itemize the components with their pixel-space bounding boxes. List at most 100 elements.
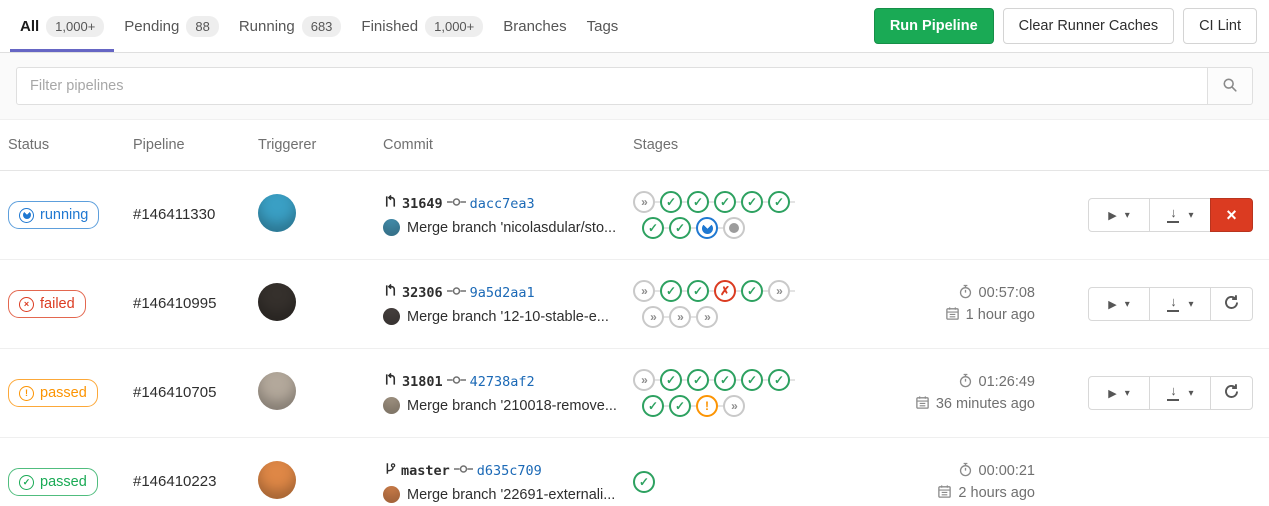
- branch-icon: [383, 461, 397, 481]
- toolbar-buttons: Run Pipeline Clear Runner Caches CI Lint: [874, 0, 1257, 52]
- commit-author-avatar[interactable]: [383, 397, 400, 414]
- stage-created-icon[interactable]: [723, 217, 745, 239]
- commit-author-avatar[interactable]: [383, 219, 400, 236]
- stage-running-icon[interactable]: [696, 217, 718, 239]
- tab-tags[interactable]: Tags: [577, 0, 629, 52]
- stage-passed-icon[interactable]: ✓: [642, 217, 664, 239]
- filter-pipelines-input[interactable]: [16, 67, 1208, 105]
- stage-skipped-icon[interactable]: »: [642, 306, 664, 328]
- manual-jobs-dropdown[interactable]: ▶ ▾: [1088, 287, 1150, 321]
- pipeline-actions: ▶ ▾ ↓ ▾: [1088, 376, 1253, 410]
- status-failed-icon: ×: [19, 297, 34, 312]
- stage-skipped-icon[interactable]: »: [768, 280, 790, 302]
- stage-passed-icon[interactable]: ✓: [633, 471, 655, 493]
- run-pipeline-button[interactable]: Run Pipeline: [874, 8, 994, 44]
- cancel-icon: ×: [1226, 206, 1237, 224]
- stage-skipped-icon[interactable]: »: [633, 191, 655, 213]
- pipeline-row: × failed #146410995 32306 9a5d2aa1 Merge…: [0, 260, 1269, 349]
- manual-jobs-dropdown[interactable]: ▶ ▾: [1088, 198, 1150, 232]
- artifacts-dropdown[interactable]: ↓ ▾: [1149, 287, 1211, 321]
- artifacts-dropdown[interactable]: ↓ ▾: [1149, 198, 1211, 232]
- search-button[interactable]: [1207, 67, 1253, 105]
- commit-message-link[interactable]: Merge branch '210018-remove...: [407, 398, 617, 414]
- download-icon: ↓: [1166, 207, 1180, 223]
- tab-branches[interactable]: Branches: [493, 0, 576, 52]
- pipeline-id-link[interactable]: #146411330: [133, 206, 215, 223]
- header-commit: Commit: [383, 137, 633, 153]
- ref-link[interactable]: master: [401, 463, 450, 479]
- cancel-pipeline-button[interactable]: ×: [1210, 198, 1253, 232]
- stage-passed-icon[interactable]: ✓: [687, 280, 709, 302]
- stage-connector: [790, 201, 795, 203]
- commit-sha-link[interactable]: 42738af2: [470, 374, 535, 390]
- stage-passed-icon[interactable]: ✓: [714, 369, 736, 391]
- commit-sha-link[interactable]: 9a5d2aa1: [470, 285, 535, 301]
- stage-passed-icon[interactable]: ✓: [741, 280, 763, 302]
- triggerer-avatar[interactable]: [258, 283, 296, 321]
- stage-passed-icon[interactable]: ✓: [714, 191, 736, 213]
- stage-skipped-icon[interactable]: »: [696, 306, 718, 328]
- pipeline-row: running #146411330 31649 dacc7ea3 Merge …: [0, 171, 1269, 260]
- status-badge[interactable]: × failed: [8, 290, 86, 318]
- stage-passed-icon[interactable]: ✓: [687, 369, 709, 391]
- tab-label: Branches: [503, 18, 566, 35]
- ci-lint-button[interactable]: CI Lint: [1183, 8, 1257, 44]
- tab-finished[interactable]: Finished 1,000+: [351, 0, 493, 52]
- stage-skipped-icon[interactable]: »: [669, 306, 691, 328]
- stage-skipped-icon[interactable]: »: [633, 369, 655, 391]
- stage-passed-icon[interactable]: ✓: [669, 395, 691, 417]
- triggerer-avatar[interactable]: [258, 194, 296, 232]
- tab-pending[interactable]: Pending 88: [114, 0, 229, 52]
- commit-sha-link[interactable]: dacc7ea3: [470, 196, 535, 212]
- stage-passed-icon[interactable]: ✓: [768, 369, 790, 391]
- stages-graph-row2: ✓✓: [642, 215, 860, 241]
- artifacts-dropdown[interactable]: ↓ ▾: [1149, 376, 1211, 410]
- stages-graph-row1: »✓✓✗✓»: [633, 278, 860, 304]
- commit-message-link[interactable]: Merge branch '22691-externali...: [407, 487, 615, 503]
- stage-skipped-icon[interactable]: »: [723, 395, 745, 417]
- stage-passed-icon[interactable]: ✓: [660, 191, 682, 213]
- tab-running[interactable]: Running 683: [229, 0, 352, 52]
- stage-warning-icon[interactable]: !: [696, 395, 718, 417]
- stage-passed-icon[interactable]: ✓: [660, 280, 682, 302]
- commit-author-avatar[interactable]: [383, 486, 400, 503]
- commit-message-link[interactable]: Merge branch '12-10-stable-e...: [407, 309, 609, 325]
- ref-link[interactable]: 31649: [402, 196, 443, 212]
- triggerer-avatar[interactable]: [258, 461, 296, 499]
- tab-label: Finished: [361, 18, 418, 35]
- stage-passed-icon[interactable]: ✓: [687, 191, 709, 213]
- commit-author-avatar[interactable]: [383, 308, 400, 325]
- status-label: passed: [40, 385, 87, 401]
- pipeline-row: ✓ passed #146410223 master d635c709 Merg…: [0, 438, 1269, 506]
- stage-passed-icon[interactable]: ✓: [642, 395, 664, 417]
- ref-link[interactable]: 32306: [402, 285, 443, 301]
- tab-count-badge: 1,000+: [46, 16, 104, 37]
- stage-passed-icon[interactable]: ✓: [768, 191, 790, 213]
- commit-sha-link[interactable]: d635c709: [477, 463, 542, 479]
- status-badge[interactable]: running: [8, 201, 99, 229]
- triggerer-avatar[interactable]: [258, 372, 296, 410]
- clear-runner-caches-button[interactable]: Clear Runner Caches: [1003, 8, 1174, 44]
- manual-jobs-dropdown[interactable]: ▶ ▾: [1088, 376, 1150, 410]
- merge-request-icon: [383, 283, 398, 303]
- status-badge[interactable]: ✓ passed: [8, 468, 98, 496]
- stage-skipped-icon[interactable]: »: [633, 280, 655, 302]
- pipeline-id-link[interactable]: #146410223: [133, 473, 216, 490]
- pipeline-id-link[interactable]: #146410705: [133, 384, 216, 401]
- status-badge[interactable]: ! passed: [8, 379, 98, 407]
- stage-passed-icon[interactable]: ✓: [669, 217, 691, 239]
- retry-pipeline-button[interactable]: [1210, 376, 1253, 410]
- chevron-down-icon: ▾: [1188, 388, 1193, 399]
- tab-label: Tags: [587, 18, 619, 35]
- retry-pipeline-button[interactable]: [1210, 287, 1253, 321]
- stage-failed-icon[interactable]: ✗: [714, 280, 736, 302]
- ref-link[interactable]: 31801: [402, 374, 443, 390]
- commit-icon: [454, 462, 473, 481]
- pipeline-id-link[interactable]: #146410995: [133, 295, 216, 312]
- pipeline-age: 1 hour ago: [966, 307, 1035, 323]
- stage-passed-icon[interactable]: ✓: [741, 191, 763, 213]
- tab-all[interactable]: All 1,000+: [10, 0, 114, 52]
- stage-passed-icon[interactable]: ✓: [741, 369, 763, 391]
- stage-passed-icon[interactable]: ✓: [660, 369, 682, 391]
- commit-message-link[interactable]: Merge branch 'nicolasdular/sto...: [407, 220, 616, 236]
